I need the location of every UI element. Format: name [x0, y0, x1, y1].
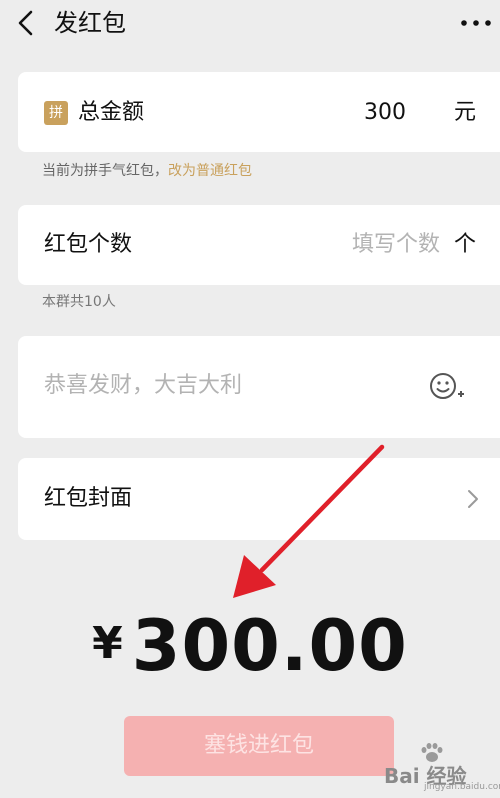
- baidu-watermark: Bai 经验 jingyan.baidu.com: [384, 742, 500, 792]
- chevron-right-icon: [466, 487, 480, 511]
- more-dots-icon[interactable]: [456, 6, 496, 40]
- blessing-message-input[interactable]: [44, 371, 404, 401]
- currency-symbol: ¥: [92, 618, 124, 669]
- back-icon[interactable]: [10, 6, 44, 40]
- total-amount-label: 总金额: [78, 100, 145, 125]
- packet-cover-label: 红包封面: [44, 486, 133, 511]
- packet-mode-text: 当前为拼手气红包，: [42, 163, 168, 179]
- total-amount-display: ¥300.00: [0, 602, 500, 688]
- total-amount-unit: 元: [453, 100, 476, 125]
- total-amount-value[interactable]: 300: [364, 98, 406, 128]
- packet-count-input[interactable]: [280, 230, 440, 260]
- emoji-add-icon[interactable]: [428, 370, 466, 404]
- pin-badge-icon: 拼: [44, 101, 68, 125]
- group-size-hint: 本群共10人: [42, 294, 116, 310]
- packet-mode-hint: 当前为拼手气红包，改为普通红包: [42, 161, 252, 181]
- packet-count-label: 红包个数: [44, 232, 133, 257]
- page-title: 发红包: [54, 9, 126, 37]
- packet-count-row[interactable]: 红包个数 个: [18, 205, 500, 285]
- watermark-url: jingyan.baidu.com: [424, 782, 500, 792]
- total-amount-figure: 300.00: [131, 605, 408, 687]
- packet-count-unit: 个: [453, 232, 476, 257]
- submit-red-packet-button[interactable]: 塞钱进红包: [124, 716, 394, 776]
- total-amount-row[interactable]: 拼 总金额 300 元: [18, 72, 500, 152]
- switch-normal-packet-link[interactable]: 改为普通红包: [168, 163, 252, 179]
- top-bar: 发红包: [0, 0, 500, 56]
- packet-cover-row[interactable]: 红包封面: [18, 458, 500, 540]
- message-row[interactable]: [18, 336, 500, 438]
